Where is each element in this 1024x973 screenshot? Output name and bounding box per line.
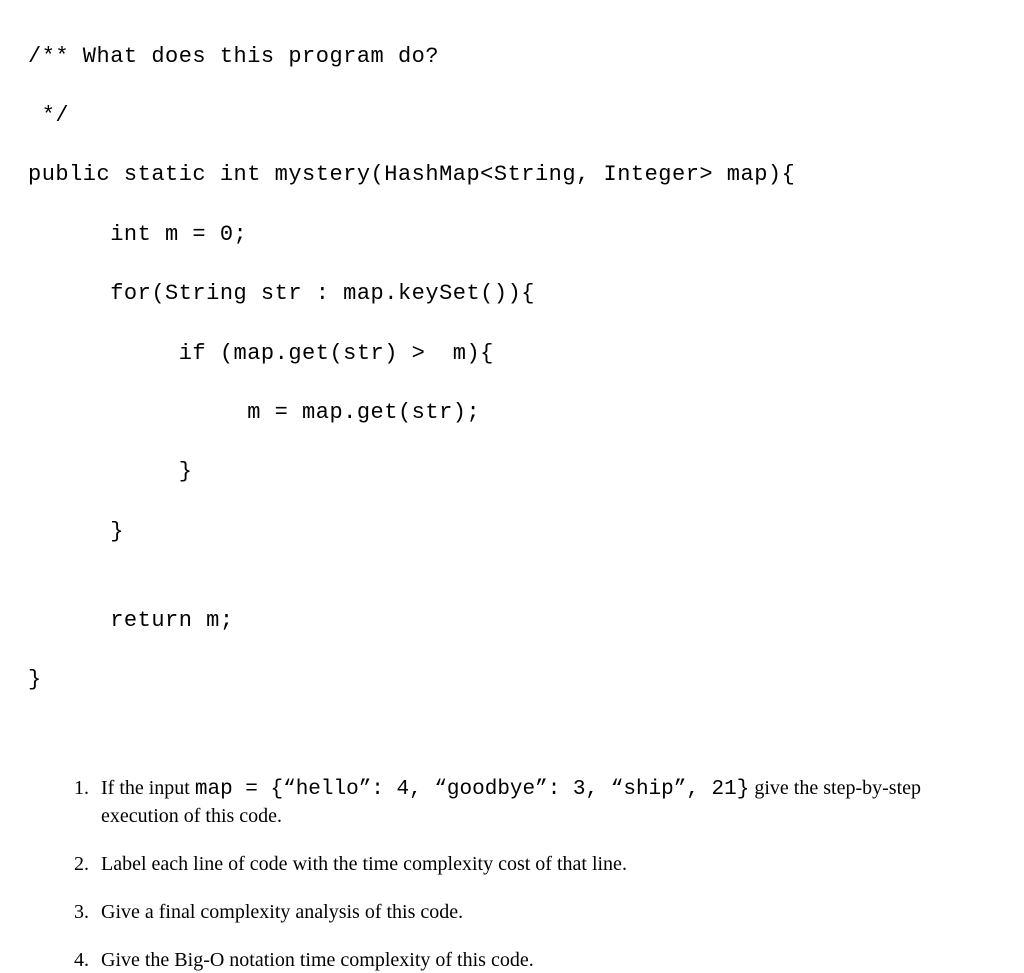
question-text-1: If the input map = {“hello”: 4, “goodbye…: [101, 775, 996, 829]
question-number-3: 3.: [73, 899, 101, 925]
question-text-4: Give the Big-O notation time complexity …: [101, 947, 996, 973]
code-block: /** What does this program do? */ public…: [28, 12, 996, 725]
question-text-3: Give a final complexity analysis of this…: [101, 899, 996, 925]
code-line-11: return m;: [28, 606, 996, 636]
code-line-3: public static int mystery(HashMap<String…: [28, 160, 996, 190]
q1-pre: If the input: [101, 777, 195, 799]
code-line-7: m = map.get(str);: [28, 398, 996, 428]
question-number-2: 2.: [73, 851, 101, 877]
question-4: 4. Give the Big-O notation time complexi…: [73, 947, 996, 973]
code-line-2: */: [28, 101, 996, 131]
question-2: 2. Label each line of code with the time…: [73, 851, 996, 877]
question-text-2: Label each line of code with the time co…: [101, 851, 996, 877]
q1-mono: map = {“hello”: 4, “goodbye”: 3, “ship”,…: [195, 778, 750, 801]
code-line-5: for(String str : map.keySet()){: [28, 279, 996, 309]
question-1: 1. If the input map = {“hello”: 4, “good…: [73, 775, 996, 829]
code-line-1: /** What does this program do?: [28, 42, 996, 72]
question-3: 3. Give a final complexity analysis of t…: [73, 899, 996, 925]
question-number-1: 1.: [73, 775, 101, 829]
questions-list: 1. If the input map = {“hello”: 4, “good…: [28, 725, 996, 973]
code-line-8: }: [28, 457, 996, 487]
code-line-4: int m = 0;: [28, 220, 996, 250]
code-line-6: if (map.get(str) > m){: [28, 339, 996, 369]
code-line-12: }: [28, 665, 996, 695]
question-number-4: 4.: [73, 947, 101, 973]
code-line-9: }: [28, 517, 996, 547]
